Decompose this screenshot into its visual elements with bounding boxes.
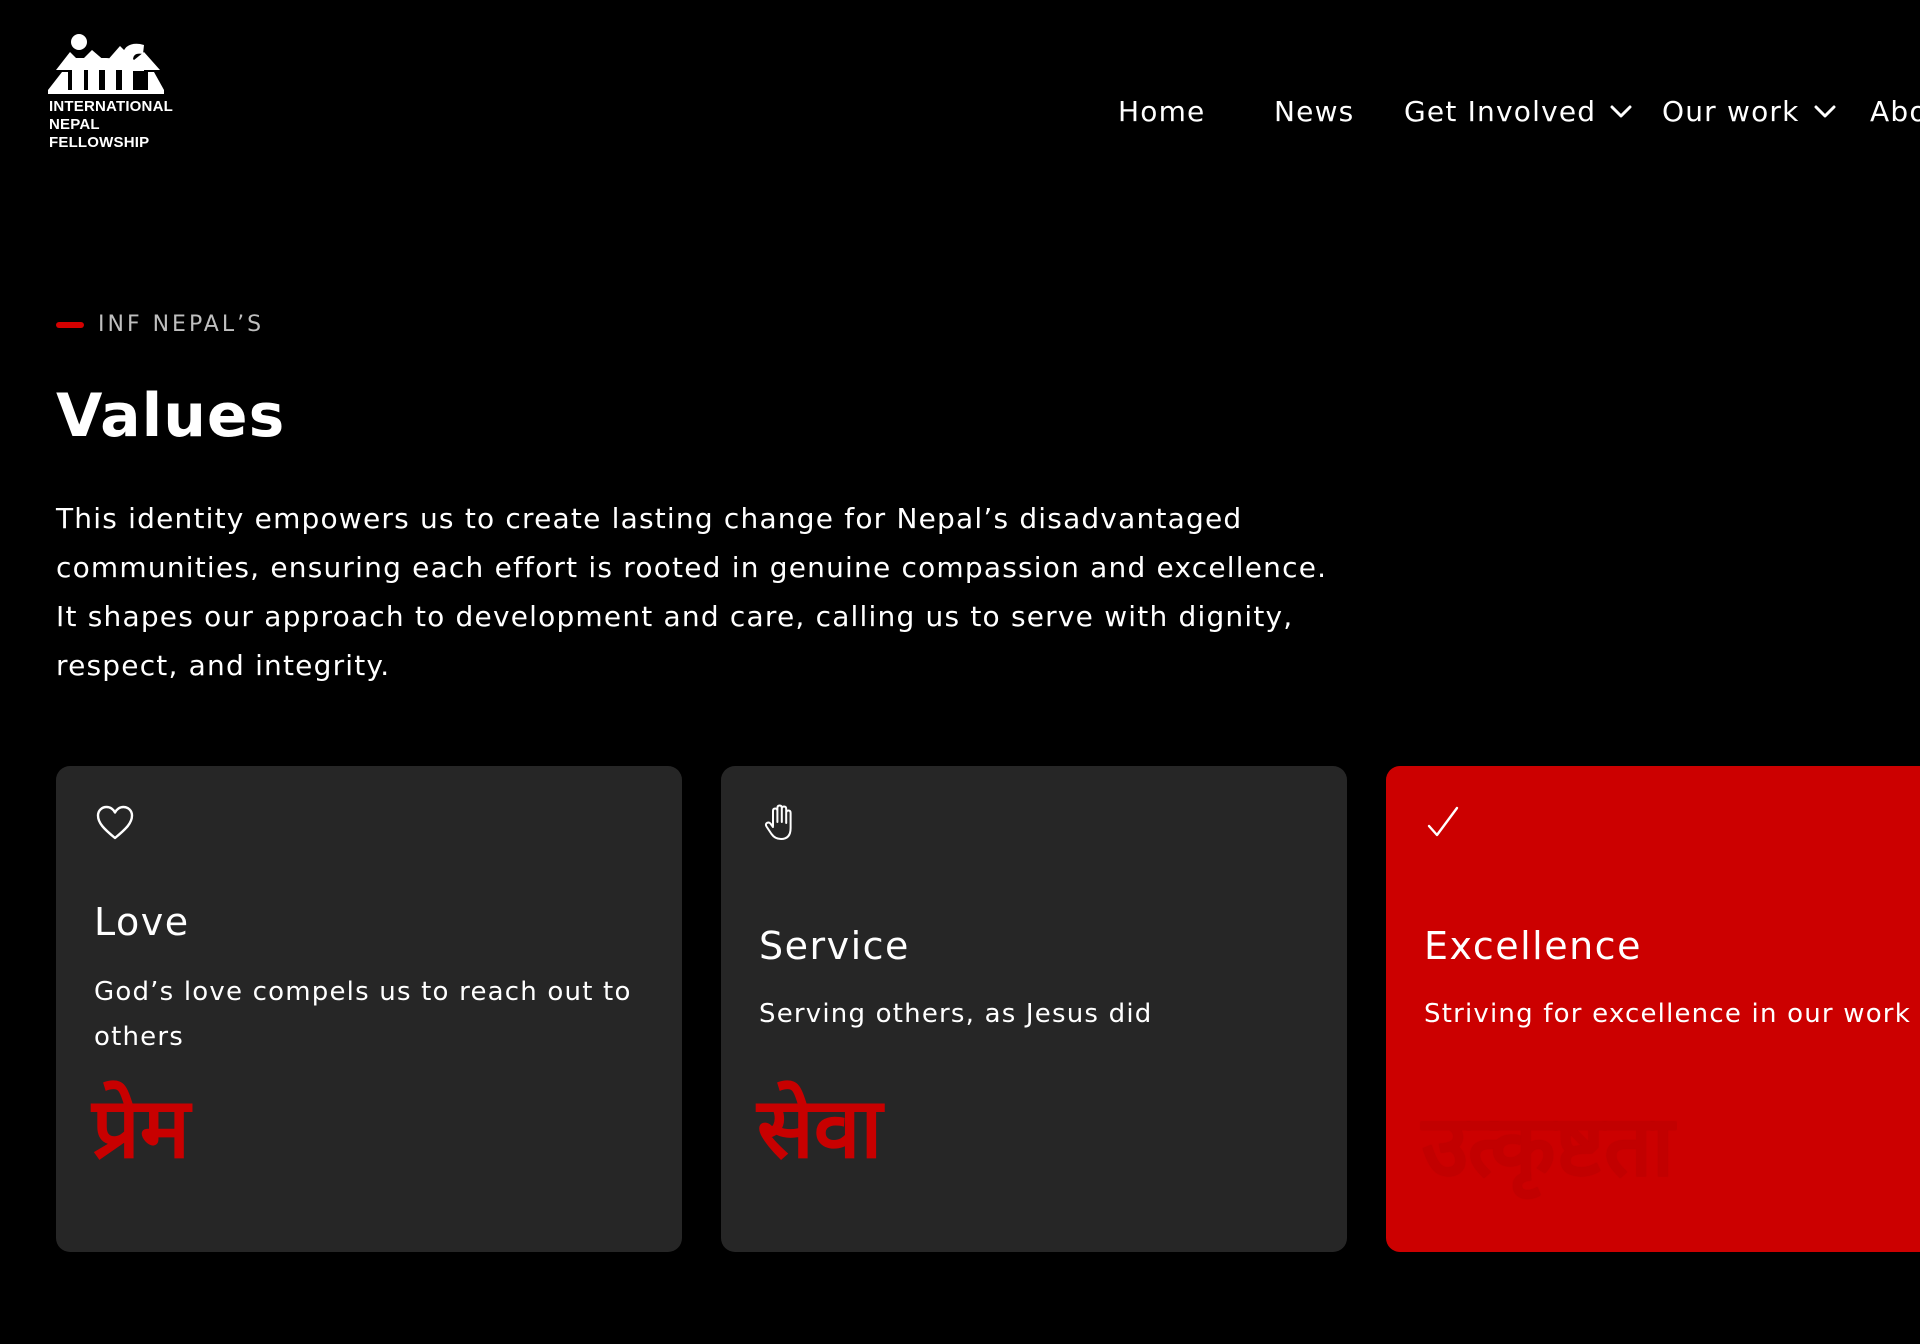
card-nepali-word: प्रेम [92, 1078, 191, 1177]
card-nepali-word: उत्कृष्टता [1422, 1096, 1674, 1195]
nav-item-our-work[interactable]: Our work [1662, 92, 1836, 132]
site-logo[interactable]: inf INTERNATIONAL NEPAL FELLOWSHIP [48, 32, 188, 156]
intro-paragraph: This identity empowers us to create last… [56, 502, 1328, 682]
value-card-service: Service Serving others, as Jesus did सेव… [721, 766, 1347, 1252]
nav-item-news[interactable]: News [1274, 92, 1354, 132]
card-nepali-word: सेवा [757, 1078, 883, 1177]
inf-logo-icon: inf [48, 34, 164, 94]
nav-item-label: Abo [1870, 95, 1920, 128]
value-card-excellence: Excellence Striving for excellence in ou… [1386, 766, 1920, 1252]
card-title: Excellence [1424, 924, 1642, 968]
eyebrow-accent-bar [56, 321, 84, 328]
nav-item-about[interactable]: Abo [1870, 92, 1920, 132]
nav-item-label: Home [1118, 95, 1206, 128]
nav-item-home[interactable]: Home [1118, 92, 1206, 132]
logo-wordmark: INTERNATIONAL NEPAL FELLOWSHIP [49, 98, 173, 152]
logo-line-1: INTERNATIONAL [49, 98, 173, 115]
chevron-down-icon [1610, 105, 1632, 118]
hand-icon [764, 804, 792, 840]
checkmark-icon [1427, 806, 1459, 837]
card-title: Service [759, 924, 910, 968]
value-card-love: Love God’s love compels us to reach out … [56, 766, 682, 1252]
eyebrow-text: INF NEPAL’S [98, 312, 265, 337]
chevron-down-icon [1814, 105, 1836, 118]
heart-icon [96, 805, 134, 840]
section-eyebrow: INF NEPAL’S [56, 312, 264, 337]
page: inf INTERNATIONAL NEPAL FELLOWSHIP Home … [0, 0, 1920, 1344]
card-description: Serving others, as Jesus did [759, 999, 1153, 1029]
nav-item-label: Our work [1662, 95, 1800, 128]
logo-line-3: FELLOWSHIP [49, 134, 150, 151]
card-title: Love [94, 900, 190, 944]
card-description: God’s love compels us to reach out to ot… [94, 977, 632, 1052]
nav-item-label: News [1274, 95, 1355, 128]
card-description: Striving for excellence in our work [1424, 999, 1911, 1029]
nav-item-label: Get Involved [1404, 95, 1597, 128]
nav-item-get-involved[interactable]: Get Involved [1404, 92, 1632, 132]
logo-line-2: NEPAL [49, 116, 100, 133]
page-title: Values [56, 381, 286, 451]
